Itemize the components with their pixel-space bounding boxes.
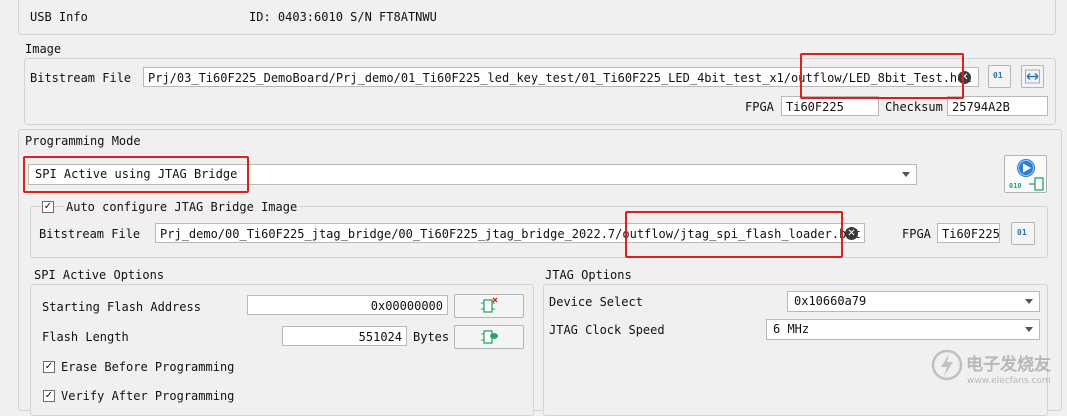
- usb-info-panel: USB Info ID: 0403:6010 S/N FT8ATNWU: [18, 0, 1056, 35]
- flash-length-field[interactable]: 551024: [282, 326, 407, 346]
- start-address-label: Starting Flash Address: [42, 300, 201, 314]
- image-bitstream-path: Prj/03_Ti60F225_DemoBoard/Prj_demo/01_Ti…: [148, 71, 972, 85]
- erase-before-checkbox[interactable]: ✓: [43, 361, 55, 373]
- chip-read-icon: [481, 330, 498, 344]
- bridge-fpga-value: Ti60F225: [942, 227, 1000, 241]
- start-programming-button[interactable]: 010: [1004, 155, 1047, 193]
- elecfans-watermark: 电子发烧友 www.elecfans.com: [930, 344, 1060, 394]
- programming-mode-value: SPI Active using JTAG Bridge: [35, 167, 238, 181]
- image-bitstream-field[interactable]: Prj/03_Ti60F225_DemoBoard/Prj_demo/01_Ti…: [143, 67, 979, 87]
- chevron-down-icon: [1025, 327, 1033, 332]
- image-checksum-value: 25794A2B: [952, 100, 1010, 114]
- image-panel: Bitstream File Prj/03_Ti60F225_DemoBoard…: [24, 58, 1056, 125]
- watermark-url-text: www.elecfans.com: [967, 376, 1051, 386]
- binary-file-icon: 01: [1017, 228, 1027, 237]
- start-address-field[interactable]: 0x00000000: [247, 295, 448, 315]
- watermark-cn-text: 电子发烧友: [966, 355, 1051, 375]
- programming-mode-select[interactable]: SPI Active using JTAG Bridge: [28, 164, 917, 185]
- image-fpga-field[interactable]: Ti60F225: [781, 96, 879, 116]
- bridge-fpga-field[interactable]: Ti60F225: [937, 223, 1000, 243]
- bridge-clear-icon[interactable]: ✕: [845, 227, 858, 240]
- verify-after-checkbox[interactable]: ✓: [43, 390, 55, 402]
- clock-speed-label: JTAG Clock Speed: [549, 323, 665, 337]
- auto-configure-checkbox[interactable]: ✓: [42, 201, 54, 213]
- start-address-value: 0x00000000: [370, 299, 443, 313]
- bridge-bitstream-field[interactable]: Prj_demo/00_Ti60F225_jtag_bridge/00_Ti60…: [155, 223, 865, 243]
- image-checksum-field[interactable]: 25794A2B: [947, 96, 1048, 116]
- bridge-bitstream-path: Prj_demo/00_Ti60F225_jtag_bridge/00_Ti60…: [160, 227, 861, 241]
- image-bitstream-label: Bitstream File: [30, 71, 132, 85]
- device-select-dropdown[interactable]: 0x10660a79: [787, 291, 1040, 312]
- image-compare-button[interactable]: [1021, 65, 1044, 88]
- bridge-bitstream-label: Bitstream File: [39, 227, 141, 241]
- bridge-browse-button[interactable]: 01: [1011, 222, 1035, 245]
- image-fpga-label: FPGA: [745, 100, 774, 114]
- usb-info-label: USB Info: [30, 10, 88, 24]
- flash-length-value: 551024: [358, 330, 402, 344]
- verify-after-label: Verify After Programming: [61, 389, 235, 403]
- chevron-down-icon: [902, 172, 910, 177]
- spi-options-title: SPI Active Options: [34, 268, 165, 282]
- binary-file-icon: 01: [993, 71, 1003, 80]
- jtag-options-title: JTAG Options: [545, 268, 632, 282]
- device-select-value: 0x10660a79: [794, 294, 867, 308]
- image-clear-icon[interactable]: ✕: [958, 71, 971, 84]
- image-section-title: Image: [25, 42, 62, 56]
- auto-configure-label: Auto configure JTAG Bridge Image: [64, 200, 300, 214]
- programming-mode-title: Programming Mode: [25, 134, 141, 148]
- flash-length-unit: Bytes: [413, 330, 450, 344]
- flash-length-label: Flash Length: [42, 330, 129, 344]
- erase-before-label: Erase Before Programming: [61, 360, 235, 374]
- clock-speed-dropdown[interactable]: 6 MHz: [766, 319, 1040, 340]
- bridge-fpga-label: FPGA: [902, 227, 931, 241]
- read-flash-button[interactable]: [454, 325, 524, 349]
- device-select-label: Device Select: [549, 295, 643, 309]
- image-browse-button[interactable]: 01: [988, 65, 1011, 88]
- elecfans-logo-icon: [931, 349, 963, 381]
- clock-speed-value: 6 MHz: [773, 322, 810, 336]
- chevron-down-icon: [1025, 299, 1033, 304]
- binary-label: 010: [1009, 182, 1022, 190]
- usb-info-value: ID: 0403:6010 S/N FT8ATNWU: [249, 10, 437, 24]
- erase-flash-button[interactable]: [454, 294, 524, 318]
- chip-erase-icon: [481, 297, 498, 313]
- image-checksum-label: Checksum: [885, 100, 943, 114]
- image-fpga-value: Ti60F225: [786, 100, 844, 114]
- expand-arrows-icon: [1025, 69, 1040, 84]
